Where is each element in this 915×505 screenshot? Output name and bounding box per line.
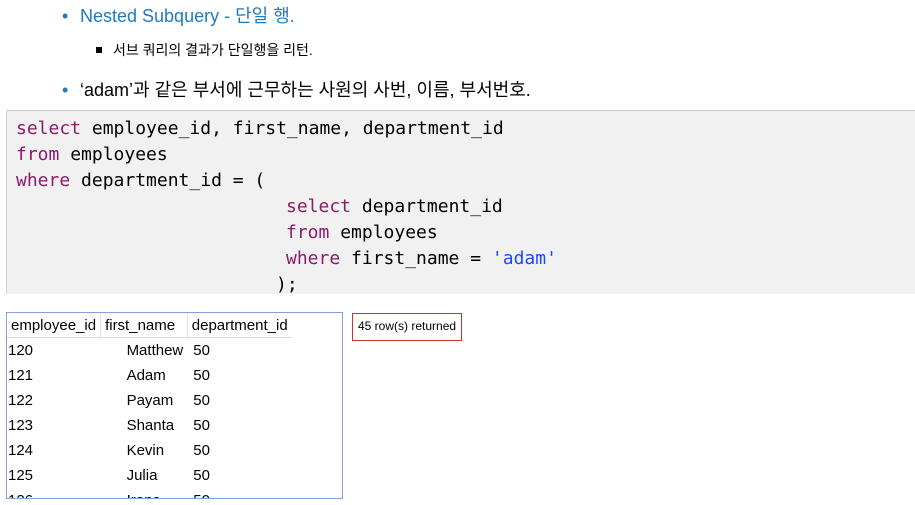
sql-keyword: from bbox=[286, 222, 330, 243]
bullet-goal-text: ‘adam’과 같은 부서에 근무하는 사원의 사번, 이름, 부서번호. bbox=[80, 80, 531, 100]
table-row[interactable]: 121 Adam 50 bbox=[7, 363, 292, 388]
cell-employee-id: 125 bbox=[8, 467, 34, 484]
cell-department-id: 50 bbox=[193, 367, 210, 384]
cell-employee-id: 120 bbox=[8, 342, 34, 359]
result-table: employee_id first_name department_id 120… bbox=[7, 313, 292, 498]
cell-employee-id: 126 bbox=[7, 488, 101, 498]
cell-department-id: 50 bbox=[193, 342, 210, 359]
sql-text: department_id = ( bbox=[70, 170, 266, 191]
table-row[interactable]: 125 Julia 50 bbox=[7, 463, 292, 488]
cell-first-name: Kevin bbox=[126, 442, 165, 459]
cell-department-id: 50 bbox=[187, 488, 291, 498]
sql-keyword: where bbox=[286, 248, 341, 269]
sql-keyword: where bbox=[16, 170, 71, 191]
code-line: select employee_id, first_name, departme… bbox=[16, 118, 504, 140]
cell-first-name: Julia bbox=[126, 467, 158, 484]
cell-employee-id: 121 bbox=[8, 367, 34, 384]
sql-code-block: select employee_id, first_name, departme… bbox=[6, 110, 915, 296]
table-row[interactable]: 122 Payam 50 bbox=[7, 388, 292, 413]
cell-department-id: 50 bbox=[193, 442, 210, 459]
sql-text: employee_id, first_name, department_id bbox=[81, 118, 504, 139]
column-header-employee-id[interactable]: employee_id bbox=[7, 313, 102, 338]
cell-employee-id: 122 bbox=[8, 392, 34, 409]
bullet-dot: • bbox=[62, 80, 69, 100]
bullet-title: Nested Subquery - 단일 행. bbox=[80, 6, 295, 26]
cell-first-name: Adam bbox=[126, 367, 166, 384]
bullet-nested-subquery: • Nested Subquery - 단일 행. bbox=[62, 2, 295, 28]
sql-text: first_name = bbox=[340, 248, 492, 269]
sql-text: employees bbox=[59, 144, 168, 165]
sql-text: employees bbox=[329, 222, 438, 243]
cell-department-id: 50 bbox=[193, 392, 210, 409]
sub-bullet-description: 서브 쿼리의 결과가 단일행을 리턴. bbox=[96, 40, 313, 60]
rows-returned-status: 45 row(s) returned bbox=[352, 313, 463, 341]
sql-keyword: select bbox=[16, 118, 82, 139]
cell-first-name: Payam bbox=[126, 392, 174, 409]
cell-employee-id: 123 bbox=[8, 417, 34, 434]
bullet-dot: • bbox=[62, 6, 69, 26]
table-row[interactable]: 126Irene50 bbox=[7, 488, 292, 498]
cell-first-name: Irene bbox=[101, 488, 188, 498]
code-line: where department_id = ( bbox=[16, 170, 265, 192]
sql-text: department_id bbox=[351, 196, 503, 217]
cell-first-name: Matthew bbox=[126, 342, 184, 359]
result-grid[interactable]: employee_id first_name department_id 120… bbox=[6, 312, 343, 499]
code-line: select department_id bbox=[286, 196, 503, 218]
code-line: where first_name = 'adam' bbox=[286, 248, 557, 270]
code-line: from employees bbox=[286, 222, 438, 244]
sql-keyword: from bbox=[16, 144, 60, 165]
table-row[interactable]: 123 Shanta 50 bbox=[7, 413, 292, 438]
cell-department-id: 50 bbox=[193, 467, 210, 484]
sql-string: 'adam' bbox=[491, 248, 557, 269]
cell-employee-id: 124 bbox=[8, 442, 34, 459]
column-header-department-id[interactable]: department_id bbox=[187, 313, 292, 338]
header-row: employee_id first_name department_id bbox=[7, 313, 292, 338]
table-row[interactable]: 120 Matthew 50 bbox=[7, 338, 292, 364]
code-line: ); bbox=[276, 274, 298, 296]
cell-first-name: Shanta bbox=[126, 417, 175, 434]
sql-keyword: select bbox=[286, 196, 352, 217]
sql-text: ); bbox=[276, 274, 298, 295]
square-bullet-icon bbox=[96, 47, 102, 53]
column-header-first-name[interactable]: first_name bbox=[100, 313, 188, 338]
sub-bullet-text: 서브 쿼리의 결과가 단일행을 리턴. bbox=[113, 42, 313, 58]
table-row[interactable]: 124 Kevin 50 bbox=[7, 438, 292, 463]
cell-department-id: 50 bbox=[193, 417, 210, 434]
bullet-query-goal: • ‘adam’과 같은 부서에 근무하는 사원의 사번, 이름, 부서번호. bbox=[62, 76, 531, 102]
code-line: from employees bbox=[16, 144, 168, 166]
